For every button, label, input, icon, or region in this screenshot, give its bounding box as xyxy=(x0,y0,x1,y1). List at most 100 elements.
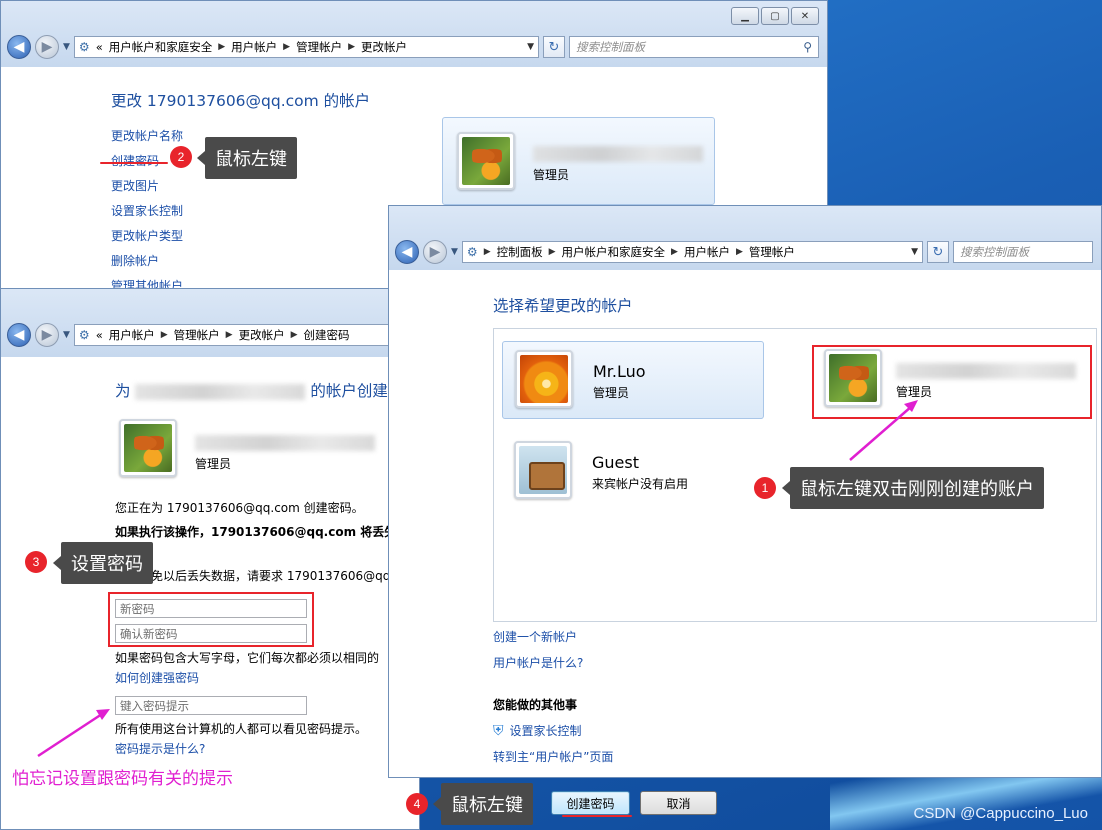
breadcrumb-separator-icon[interactable]: ▶ xyxy=(218,42,225,52)
link-create-new-account[interactable]: 创建一个新帐户 xyxy=(493,628,577,645)
page-title: 为 的帐户创建 xyxy=(115,379,388,401)
forward-button[interactable]: ▶ xyxy=(35,323,59,347)
breadcrumb-separator-icon[interactable]: ▶ xyxy=(484,247,491,257)
account-type-label: 管理员 xyxy=(195,457,232,471)
account-tile-guest[interactable]: Guest 来宾帐户没有启用 xyxy=(514,433,776,511)
refresh-button[interactable]: ↻ xyxy=(543,36,565,58)
account-card: 管理员 xyxy=(442,117,715,205)
breadcrumb-item[interactable]: 管理帐户 xyxy=(749,244,795,260)
link-parental-controls[interactable]: 设置家长控制 xyxy=(510,722,582,739)
address-dropdown-icon[interactable]: ▼ xyxy=(911,247,918,257)
breadcrumb-item[interactable]: 更改帐户 xyxy=(361,39,407,55)
breadcrumb-item[interactable]: 创建密码 xyxy=(304,327,350,343)
breadcrumb-separator-icon[interactable]: ▶ xyxy=(671,247,678,257)
parental-control-row[interactable]: ⛨ 设置家长控制 xyxy=(493,722,582,739)
breadcrumb-overflow[interactable]: « xyxy=(96,40,103,54)
password-hint-input[interactable]: 键入密码提示 xyxy=(115,696,307,715)
account-avatar xyxy=(514,441,572,499)
link-change-account-type[interactable]: 更改帐户类型 xyxy=(111,224,183,249)
breadcrumb-item[interactable]: 用户帐户 xyxy=(684,244,730,260)
callout-step-3: 设置密码 xyxy=(53,542,153,584)
address-row: ◀ ▶ ▼ ⚙ « 用户帐户 ▶ 管理帐户 ▶ 更改帐户 ▶ 创建密码 xyxy=(7,323,411,347)
step-badge-4: 4 xyxy=(406,793,428,815)
breadcrumb-separator-icon[interactable]: ▶ xyxy=(549,247,556,257)
window-chrome: ◀ ▶ ▼ ⚙ « 用户帐户 ▶ 管理帐户 ▶ 更改帐户 ▶ 创建密码 xyxy=(1,289,419,357)
breadcrumb-item[interactable]: 更改帐户 xyxy=(239,327,285,343)
underline-create-password-link xyxy=(100,162,168,164)
watermark: CSDN @Cappuccino_Luo xyxy=(913,805,1089,822)
step-badge-1: 1 xyxy=(754,477,776,499)
breadcrumb-item[interactable]: 用户帐户 xyxy=(231,39,277,55)
window-chrome: ◀ ▶ ▼ ⚙ ▶ 控制面板 ▶ 用户帐户和家庭安全 ▶ 用户帐户 ▶ 管理帐户… xyxy=(389,206,1101,270)
address-bar[interactable]: ⚙ ▶ 控制面板 ▶ 用户帐户和家庭安全 ▶ 用户帐户 ▶ 管理帐户 ▼ xyxy=(461,241,923,263)
address-dropdown-icon[interactable]: ▼ xyxy=(527,42,534,52)
breadcrumb-separator-icon[interactable]: ▶ xyxy=(161,330,168,340)
forward-button[interactable]: ▶ xyxy=(423,240,447,264)
account-type-label: 管理员 xyxy=(533,168,570,182)
link-strong-password[interactable]: 如何创建强密码 xyxy=(115,669,199,686)
history-dropdown-icon[interactable]: ▼ xyxy=(63,330,70,340)
link-delete-account[interactable]: 删除帐户 xyxy=(111,249,183,274)
back-button[interactable]: ◀ xyxy=(7,323,31,347)
maximize-button[interactable]: ▢ xyxy=(761,7,789,25)
account-avatar xyxy=(515,350,573,408)
breadcrumb-item[interactable]: 控制面板 xyxy=(497,244,543,260)
link-what-is-user-account[interactable]: 用户帐户是什么? xyxy=(493,654,583,671)
link-parental-controls[interactable]: 设置家长控制 xyxy=(111,199,183,224)
underline-create-button xyxy=(562,815,632,817)
highlight-password-fields xyxy=(108,592,314,647)
hint-visibility-note: 所有使用这台计算机的人都可以看见密码提示。 xyxy=(115,722,368,736)
warning-text: 如果执行该操作，1790137606@qq.com 将丢失 xyxy=(115,525,397,539)
breadcrumb-separator-icon[interactable]: ▶ xyxy=(736,247,743,257)
address-row: ◀ ▶ ▼ ⚙ « 用户帐户和家庭安全 ▶ 用户帐户 ▶ 管理帐户 ▶ 更改帐户… xyxy=(7,35,819,59)
search-placeholder: 搜索控制面板 xyxy=(576,40,645,54)
info-text: 您正在为 1790137606@qq.com 创建密码。 xyxy=(115,501,364,515)
search-icon[interactable]: ⚲ xyxy=(803,40,812,54)
step-badge-3: 3 xyxy=(25,551,47,573)
redacted-account-name xyxy=(533,146,703,162)
breadcrumb-separator-icon[interactable]: ▶ xyxy=(348,42,355,52)
callout-step-2: 鼠标左键 xyxy=(197,137,297,179)
create-password-button[interactable]: 创建密码 xyxy=(551,791,630,815)
breadcrumb-item[interactable]: 用户帐户和家庭安全 xyxy=(109,39,213,55)
control-panel-icon: ⚙ xyxy=(466,245,478,259)
account-type-label: 管理员 xyxy=(593,386,630,400)
close-button[interactable]: ✕ xyxy=(791,7,819,25)
advice-text: 若要避免以后丢失数据，请要求 1790137606@qq xyxy=(115,569,391,583)
breadcrumb-separator-icon[interactable]: ▶ xyxy=(226,330,233,340)
shield-icon: ⛨ xyxy=(493,722,504,739)
breadcrumb-item[interactable]: 用户帐户和家庭安全 xyxy=(562,244,666,260)
highlight-new-account xyxy=(812,345,1092,419)
breadcrumb-separator-icon[interactable]: ▶ xyxy=(283,42,290,52)
link-goto-user-accounts[interactable]: 转到主“用户帐户”页面 xyxy=(493,748,613,765)
account-tile-mr-luo[interactable]: Mr.Luo 管理员 xyxy=(502,341,764,419)
breadcrumb-item[interactable]: 管理帐户 xyxy=(296,39,342,55)
back-button[interactable]: ◀ xyxy=(7,35,31,59)
title-suffix: 的帐户创建 xyxy=(310,382,388,400)
back-button[interactable]: ◀ xyxy=(395,240,419,264)
refresh-button[interactable]: ↻ xyxy=(927,241,949,263)
minimize-button[interactable]: ▁ xyxy=(731,7,759,25)
breadcrumb-separator-icon[interactable]: ▶ xyxy=(291,330,298,340)
page-title: 更改 1790137606@qq.com 的帐户 xyxy=(111,92,371,110)
address-bar[interactable]: ⚙ « 用户帐户和家庭安全 ▶ 用户帐户 ▶ 管理帐户 ▶ 更改帐户 ▼ xyxy=(73,36,539,58)
breadcrumb-overflow[interactable]: « xyxy=(96,328,103,342)
search-box[interactable]: 搜索控制面板 xyxy=(953,241,1093,263)
account-type-label: 来宾帐户没有启用 xyxy=(592,477,689,491)
link-change-picture[interactable]: 更改图片 xyxy=(111,174,183,199)
history-dropdown-icon[interactable]: ▼ xyxy=(63,42,70,52)
title-buttons: ▁ ▢ ✕ xyxy=(731,7,819,25)
cancel-button[interactable]: 取消 xyxy=(640,791,717,815)
breadcrumb-item[interactable]: 管理帐户 xyxy=(174,327,220,343)
forward-button[interactable]: ▶ xyxy=(35,35,59,59)
callout-step-1: 鼠标左键双击刚刚创建的账户 xyxy=(782,467,1044,509)
breadcrumb-item[interactable]: 用户帐户 xyxy=(109,327,155,343)
history-dropdown-icon[interactable]: ▼ xyxy=(451,247,458,257)
address-bar[interactable]: ⚙ « 用户帐户 ▶ 管理帐户 ▶ 更改帐户 ▶ 创建密码 xyxy=(73,324,411,346)
step-badge-2: 2 xyxy=(170,146,192,168)
search-box[interactable]: 搜索控制面板 ⚲ xyxy=(569,36,819,58)
link-what-is-hint[interactable]: 密码提示是什么? xyxy=(115,740,205,757)
link-rename-account[interactable]: 更改帐户名称 xyxy=(111,124,183,149)
account-name: Guest xyxy=(592,453,639,472)
callout-step-4: 鼠标左键 xyxy=(433,783,533,825)
